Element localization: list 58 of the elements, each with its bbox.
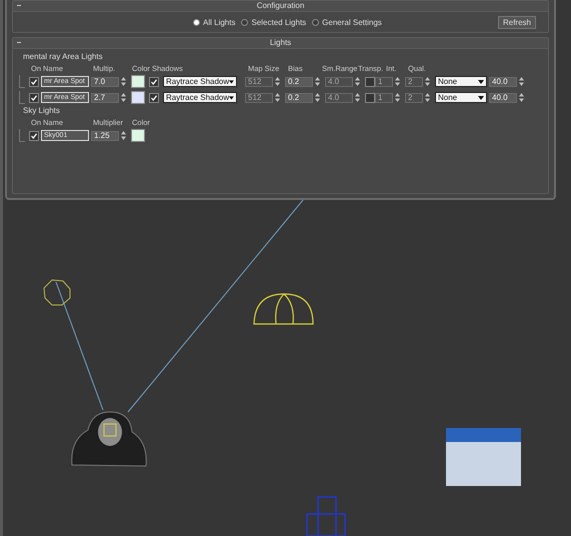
shadow-type-dropdown[interactable]: Raytrace Shadow xyxy=(163,76,237,87)
caret-icon xyxy=(478,96,484,100)
number-field[interactable]: 40.0 xyxy=(489,92,517,102)
sky-light-dome-icon[interactable] xyxy=(253,293,314,325)
caret-icon xyxy=(478,80,484,84)
number-field[interactable]: 2.7 xyxy=(91,92,119,102)
spinner-icon[interactable] xyxy=(519,93,524,102)
spinner-icon[interactable] xyxy=(355,93,360,102)
checkmark-icon xyxy=(31,132,37,138)
decay-dropdown[interactable]: None xyxy=(435,92,487,103)
spinner-icon[interactable] xyxy=(395,93,400,102)
caret-icon xyxy=(229,96,234,100)
checkbox[interactable] xyxy=(149,92,159,102)
group-title: Sky Lights xyxy=(22,106,61,116)
checkmark-icon xyxy=(151,94,157,100)
spinner-icon[interactable] xyxy=(315,77,320,86)
spinner-icon[interactable] xyxy=(275,93,280,102)
group-title: mental ray Area Lights xyxy=(22,52,104,62)
checkbox[interactable] xyxy=(365,92,375,102)
row-handle[interactable] xyxy=(19,75,25,88)
spinner-icon[interactable] xyxy=(315,93,320,102)
radio-option[interactable]: General Settings xyxy=(312,18,382,26)
checkmark-icon xyxy=(31,94,37,100)
checkmark-icon xyxy=(31,78,37,84)
spinner-icon[interactable] xyxy=(121,77,126,86)
spinner-icon[interactable] xyxy=(425,93,430,102)
spinner-icon[interactable] xyxy=(425,77,430,86)
row-handle[interactable] xyxy=(19,91,25,104)
number-field[interactable]: 0.2 xyxy=(285,76,313,86)
checkbox[interactable] xyxy=(29,76,39,86)
color-swatch[interactable] xyxy=(131,75,145,88)
spinner-icon[interactable] xyxy=(519,77,524,86)
checkbox[interactable] xyxy=(29,92,39,102)
spot-light-icon[interactable] xyxy=(43,279,70,306)
number-field[interactable]: 1.25 xyxy=(91,130,119,140)
decay-dropdown[interactable]: None xyxy=(435,76,487,87)
color-swatch[interactable] xyxy=(131,129,145,142)
spinner-icon[interactable] xyxy=(355,77,360,86)
row-handle[interactable] xyxy=(19,129,25,142)
spinner-icon[interactable] xyxy=(395,77,400,86)
shadow-type-dropdown[interactable]: Raytrace Shadow xyxy=(163,92,237,103)
refresh-button[interactable]: Refresh xyxy=(498,16,536,28)
checkbox[interactable] xyxy=(149,76,159,86)
radio-option[interactable]: Selected Lights xyxy=(241,18,306,26)
spinner-icon[interactable] xyxy=(275,77,280,86)
lights-rollout-header[interactable]: Lights xyxy=(13,38,548,49)
checkbox[interactable] xyxy=(29,130,39,140)
number-field[interactable]: 0.2 xyxy=(285,92,313,102)
caret-icon xyxy=(229,80,234,84)
spinner-icon[interactable] xyxy=(121,93,126,102)
configuration-rollout-header[interactable]: Configuration xyxy=(13,1,548,12)
number-field[interactable]: 40.0 xyxy=(489,76,517,86)
spinner-icon[interactable] xyxy=(121,131,126,140)
number-field[interactable]: 7.0 xyxy=(91,76,119,86)
checkbox[interactable] xyxy=(365,76,375,86)
checkmark-icon xyxy=(151,78,157,84)
radio-option[interactable]: All Lights xyxy=(193,18,236,26)
color-swatch[interactable] xyxy=(131,91,145,104)
